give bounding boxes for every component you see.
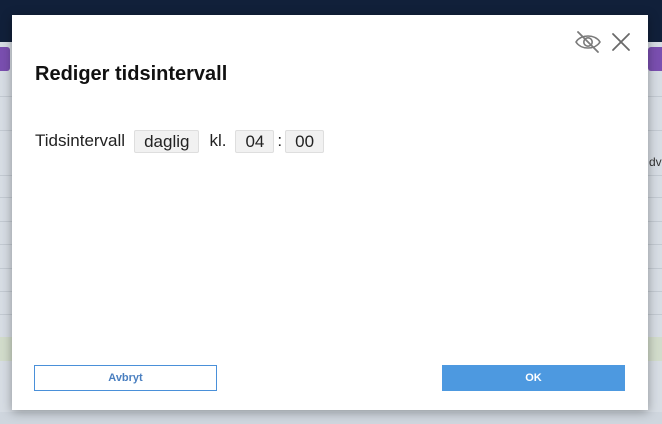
interval-label: Tidsintervall [35,131,126,150]
time-separator: : [277,131,283,150]
hour-input[interactable]: 04 [235,129,275,153]
bg-column-header: dv [649,155,662,169]
eye-slash-icon [575,31,601,53]
ok-button[interactable]: OK [442,365,625,391]
app-right-accent [648,47,662,71]
app-left-accent [0,47,10,71]
bg-bottom-strip [0,412,662,424]
at-label: kl. [209,131,227,150]
hide-button[interactable] [574,28,602,56]
edit-interval-dialog: Rediger tidsintervall Tidsintervall dagl… [12,15,648,410]
close-icon [612,33,630,51]
minute-input[interactable]: 00 [285,129,325,153]
frequency-select[interactable]: daglig [134,129,200,153]
dialog-title: Rediger tidsintervall [35,63,228,85]
close-button[interactable] [608,29,634,55]
interval-row: Tidsintervall daglig kl. 04 : 00 [35,129,325,153]
cancel-button[interactable]: Avbryt [34,365,217,391]
